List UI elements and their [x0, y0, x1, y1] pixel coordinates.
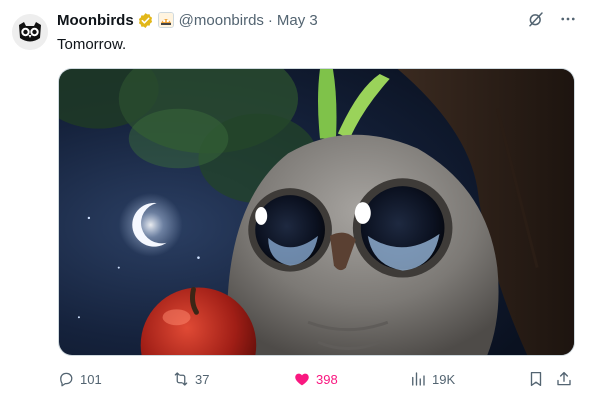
tweet-media-image[interactable]: [58, 68, 575, 356]
reply-icon: [57, 370, 80, 388]
heart-icon: [293, 370, 316, 388]
retweet-count: 37: [195, 371, 210, 387]
views-count: 19K: [432, 371, 456, 387]
more-dots-icon[interactable]: [559, 10, 577, 28]
affiliate-badge-icon[interactable]: [157, 12, 174, 28]
tweet-date[interactable]: May 3: [277, 12, 318, 29]
like-count: 398: [316, 371, 338, 387]
display-name[interactable]: Moonbirds: [57, 12, 134, 29]
moonbirds-owl-logo-icon: [12, 14, 48, 50]
tweet-actions: 101 37 398 19K: [57, 367, 577, 391]
bookmark-button[interactable]: [527, 367, 545, 391]
views-icon: [409, 370, 432, 388]
grok-icon[interactable]: [527, 10, 545, 28]
owl-moon-apple-illustration: [59, 69, 574, 355]
like-button[interactable]: 398: [293, 367, 338, 391]
retweet-button[interactable]: 37: [172, 367, 209, 391]
separator-dot: ·: [267, 11, 273, 29]
tweet-top-actions: [527, 10, 577, 28]
tweet-header: Moonbirds @moonbirds · May 3: [57, 10, 318, 30]
reply-button[interactable]: 101: [57, 367, 102, 391]
share-icon: [555, 370, 573, 388]
avatar[interactable]: [12, 14, 48, 50]
reply-count: 101: [80, 371, 102, 387]
tweet[interactable]: Moonbirds @moonbirds · May 3 Tomorrow. 1…: [0, 0, 595, 399]
share-button[interactable]: [555, 367, 573, 391]
views-button[interactable]: 19K: [409, 367, 455, 391]
verified-badge-icon[interactable]: [137, 12, 154, 29]
bookmark-icon: [527, 370, 545, 388]
retweet-icon: [172, 370, 195, 388]
tweet-text: Tomorrow.: [57, 36, 127, 53]
handle[interactable]: @moonbirds: [179, 12, 264, 29]
